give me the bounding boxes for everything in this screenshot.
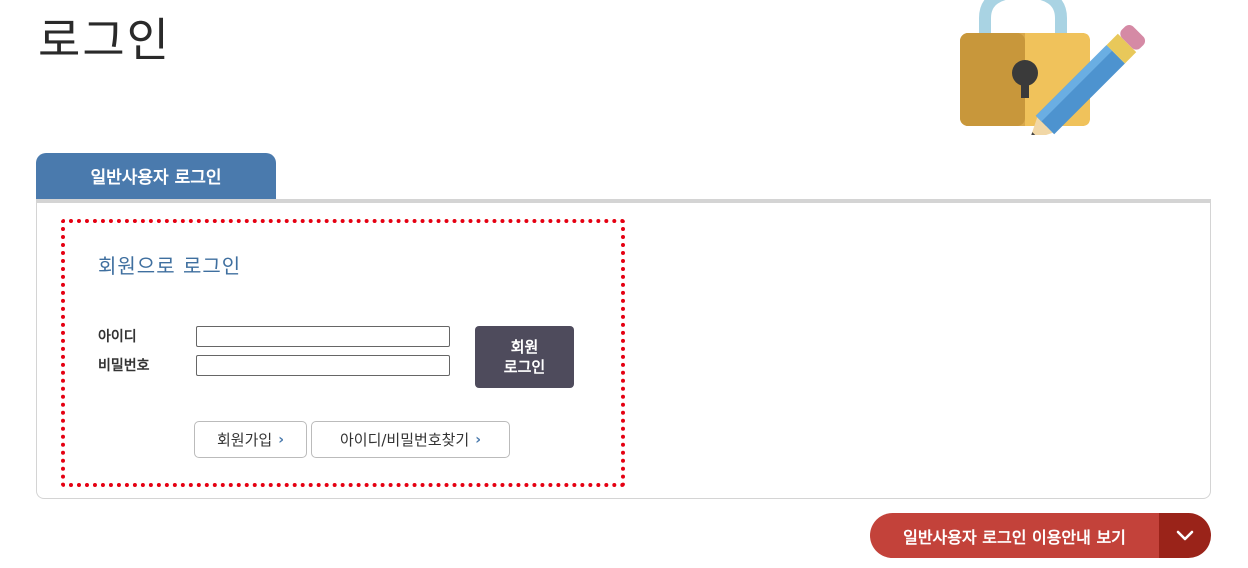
password-input[interactable] (196, 355, 450, 376)
id-input[interactable] (196, 326, 450, 347)
section-title: 회원으로 로그인 (98, 254, 242, 278)
chevron-right-icon: › (278, 431, 284, 448)
join-button-label: 회원가입 (217, 431, 273, 449)
password-label: 비밀번호 (98, 358, 150, 374)
login-button-line2: 로그인 (503, 358, 546, 376)
login-button-line1: 회원 (510, 338, 539, 356)
guide-toggle[interactable] (1159, 513, 1211, 558)
member-login-button[interactable]: 회원 로그인 (475, 326, 574, 388)
tab-general-user-login[interactable]: 일반사용자 로그인 (36, 153, 276, 200)
join-button[interactable]: 회원가입 › (194, 421, 307, 458)
lock-pencil-icon (960, 0, 1146, 135)
guide-label: 일반사용자 로그인 이용안내 보기 (870, 513, 1159, 558)
find-id-password-button[interactable]: 아이디/비밀번호찾기 › (311, 421, 510, 458)
page-title: 로그인 (38, 13, 171, 67)
chevron-right-icon: › (475, 431, 482, 448)
id-label: 아이디 (98, 329, 137, 345)
find-button-label: 아이디/비밀번호찾기 (339, 431, 470, 449)
login-guide-button[interactable]: 일반사용자 로그인 이용안내 보기 (870, 513, 1211, 558)
chevron-down-icon (1176, 530, 1194, 540)
